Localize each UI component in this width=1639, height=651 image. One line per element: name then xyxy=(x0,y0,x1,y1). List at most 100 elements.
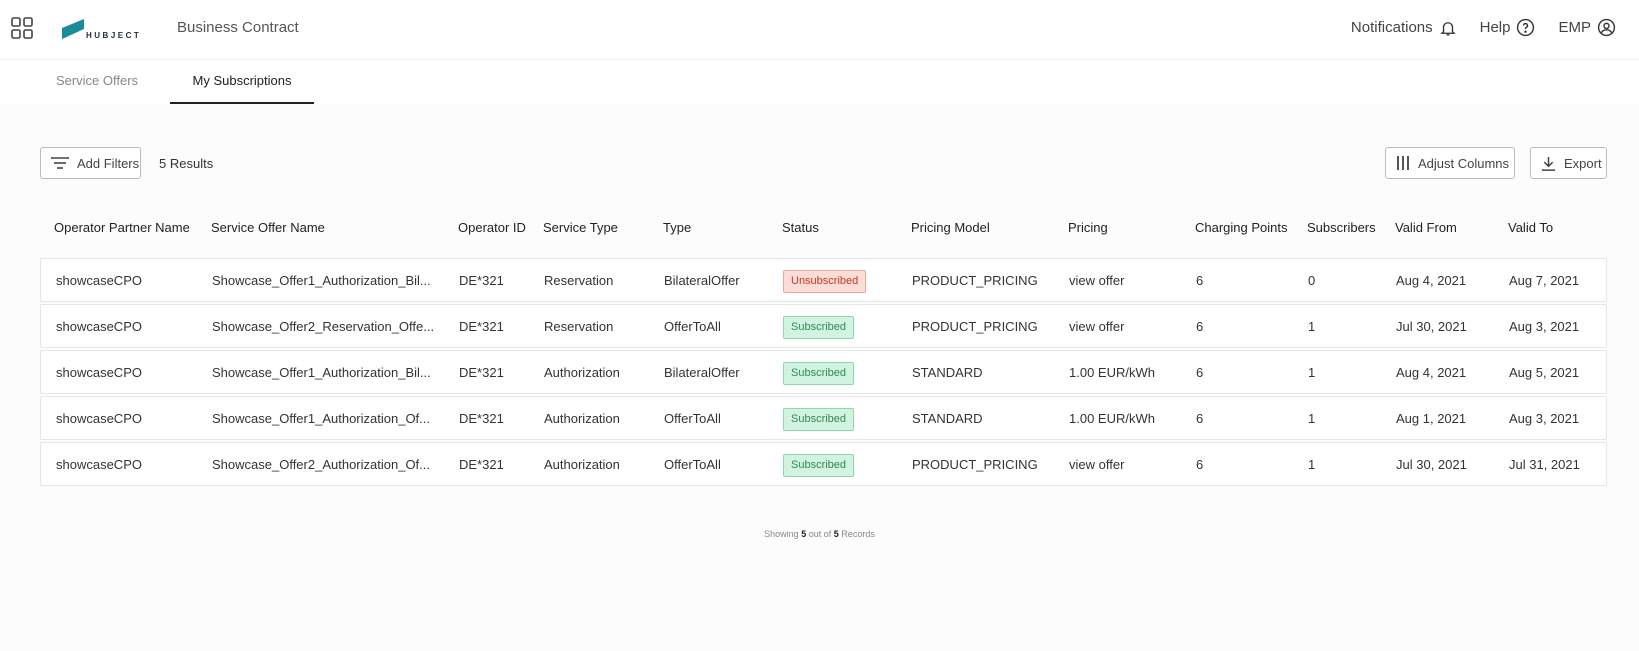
footer-suffix: Records xyxy=(841,529,875,539)
cell-service-offer-name: Showcase_Offer1_Authorization_Bil... xyxy=(212,273,431,288)
user-label: EMP xyxy=(1558,19,1591,36)
column-header-charging-points[interactable]: Charging Points xyxy=(1195,220,1288,235)
cell-operator-partner-name: showcaseCPO xyxy=(56,411,142,426)
table-row[interactable]: showcaseCPO Showcase_Offer1_Authorization… xyxy=(40,350,1607,394)
cell-valid-from: Aug 1, 2021 xyxy=(1396,411,1467,426)
cell-valid-from: Aug 4, 2021 xyxy=(1396,365,1467,380)
app-header: HUBJECT Business Contract Notifications … xyxy=(0,0,1639,60)
column-header-pricing-model[interactable]: Pricing Model xyxy=(911,220,990,235)
cell-type: OfferToAll xyxy=(664,319,721,334)
table-row[interactable]: showcaseCPO Showcase_Offer2_Reservation_O… xyxy=(40,304,1607,348)
cell-pricing[interactable]: view offer xyxy=(1069,443,1189,487)
cell-type: OfferToAll xyxy=(664,411,721,426)
cell-pricing[interactable]: view offer xyxy=(1069,305,1189,349)
cell-operator-id: DE*321 xyxy=(459,273,504,288)
cell-subscribers: 1 xyxy=(1308,365,1316,380)
cell-status: Unsubscribed xyxy=(783,259,908,303)
cell-valid-to: Aug 3, 2021 xyxy=(1509,411,1580,426)
cell-valid-to: Jul 31, 2021 xyxy=(1509,457,1580,472)
cell-operator-id: DE*321 xyxy=(459,457,504,472)
cell-service-type: Reservation xyxy=(544,319,614,334)
cell-service-type: Reservation xyxy=(544,273,614,288)
cell-status: Subscribed xyxy=(783,305,908,349)
column-header-operator-id[interactable]: Operator ID xyxy=(458,220,526,235)
tab-my-subscriptions[interactable]: My Subscriptions xyxy=(170,60,314,104)
cell-charging-points: 6 xyxy=(1196,273,1204,288)
cell-pricing-model: PRODUCT_PRICING xyxy=(912,273,1038,288)
cell-operator-id: DE*321 xyxy=(459,365,504,380)
footer-middle: out of xyxy=(808,529,832,539)
cell-pricing[interactable]: 1.00 EUR/kWh xyxy=(1069,397,1189,441)
user-avatar-icon xyxy=(1597,18,1616,37)
cell-charging-points: 6 xyxy=(1196,411,1204,426)
download-icon xyxy=(1541,156,1556,171)
help-button[interactable]: Help xyxy=(1480,18,1536,37)
footer-prefix: Showing xyxy=(764,529,799,539)
column-header-valid-to[interactable]: Valid To xyxy=(1508,220,1553,235)
cell-pricing-model: STANDARD xyxy=(912,411,983,426)
status-badge: Subscribed xyxy=(783,362,855,385)
cell-valid-to: Aug 7, 2021 xyxy=(1509,273,1580,288)
export-label: Export xyxy=(1564,155,1602,171)
column-header-status[interactable]: Status xyxy=(782,220,819,235)
column-header-pricing[interactable]: Pricing xyxy=(1068,220,1108,235)
cell-service-offer-name: Showcase_Offer1_Authorization_Of... xyxy=(212,411,430,426)
cell-service-offer-name: Showcase_Offer2_Reservation_Offe... xyxy=(212,319,435,334)
results-count: 5 Results xyxy=(159,156,214,171)
user-menu-button[interactable]: EMP xyxy=(1558,18,1616,37)
footer-total-count: 5 xyxy=(833,529,839,539)
status-badge: Unsubscribed xyxy=(783,270,867,293)
help-circle-icon xyxy=(1517,18,1535,37)
cell-service-type: Authorization xyxy=(544,365,620,380)
cell-valid-to: Aug 5, 2021 xyxy=(1509,365,1580,380)
notifications-button[interactable]: Notifications xyxy=(1351,19,1457,37)
add-filters-button[interactable]: Add Filters xyxy=(40,147,141,179)
cell-operator-partner-name: showcaseCPO xyxy=(56,365,142,380)
table-row[interactable]: showcaseCPO Showcase_Offer1_Authorization… xyxy=(40,396,1607,440)
column-header-operator-partner-name[interactable]: Operator Partner Name xyxy=(54,220,190,235)
cell-operator-id: DE*321 xyxy=(459,319,504,334)
status-badge: Subscribed xyxy=(783,454,855,477)
cell-pricing[interactable]: view offer xyxy=(1069,259,1189,303)
help-label: Help xyxy=(1479,19,1511,36)
hubject-logo[interactable]: HUBJECT xyxy=(62,17,141,40)
cell-service-offer-name: Showcase_Offer1_Authorization_Bil... xyxy=(212,365,431,380)
table-row[interactable]: showcaseCPO Showcase_Offer2_Authorization… xyxy=(40,442,1607,486)
apps-grid-icon[interactable] xyxy=(10,16,34,40)
status-badge: Subscribed xyxy=(783,316,855,339)
hubject-logo-mark-icon xyxy=(62,18,84,39)
adjust-columns-button[interactable]: Adjust Columns xyxy=(1385,147,1515,179)
cell-type: OfferToAll xyxy=(664,457,721,472)
app-title: Business Contract xyxy=(177,19,299,36)
column-header-service-offer-name[interactable]: Service Offer Name xyxy=(211,220,325,235)
pagination-summary: Showing 5 out of 5 Records xyxy=(0,529,1639,539)
cell-subscribers: 1 xyxy=(1308,411,1316,426)
table-row[interactable]: showcaseCPO Showcase_Offer1_Authorization… xyxy=(40,258,1607,302)
cell-type: BilateralOffer xyxy=(664,365,740,380)
cell-valid-from: Jul 30, 2021 xyxy=(1396,457,1467,472)
cell-charging-points: 6 xyxy=(1196,319,1204,334)
column-header-service-type[interactable]: Service Type xyxy=(543,220,618,235)
cell-operator-partner-name: showcaseCPO xyxy=(56,319,142,334)
cell-subscribers: 1 xyxy=(1308,319,1316,334)
column-header-valid-from[interactable]: Valid From xyxy=(1395,220,1457,235)
cell-charging-points: 6 xyxy=(1196,457,1204,472)
filter-icon xyxy=(51,157,69,169)
cell-service-type: Authorization xyxy=(544,411,620,426)
adjust-columns-label: Adjust Columns xyxy=(1418,155,1510,171)
cell-subscribers: 0 xyxy=(1308,273,1316,288)
cell-pricing-model: PRODUCT_PRICING xyxy=(912,457,1038,472)
cell-valid-from: Jul 30, 2021 xyxy=(1396,319,1467,334)
cell-valid-to: Aug 3, 2021 xyxy=(1509,319,1580,334)
tab-service-offers[interactable]: Service Offers xyxy=(37,60,157,104)
cell-status: Subscribed xyxy=(783,351,908,395)
cell-pricing[interactable]: 1.00 EUR/kWh xyxy=(1069,351,1189,395)
cell-charging-points: 6 xyxy=(1196,365,1204,380)
column-header-subscribers[interactable]: Subscribers xyxy=(1307,220,1376,235)
bell-icon xyxy=(1439,21,1456,35)
column-header-type[interactable]: Type xyxy=(663,220,691,235)
export-button[interactable]: Export xyxy=(1530,147,1607,179)
notifications-label: Notifications xyxy=(1350,19,1433,36)
cell-status: Subscribed xyxy=(783,397,908,441)
cell-subscribers: 1 xyxy=(1308,457,1316,472)
